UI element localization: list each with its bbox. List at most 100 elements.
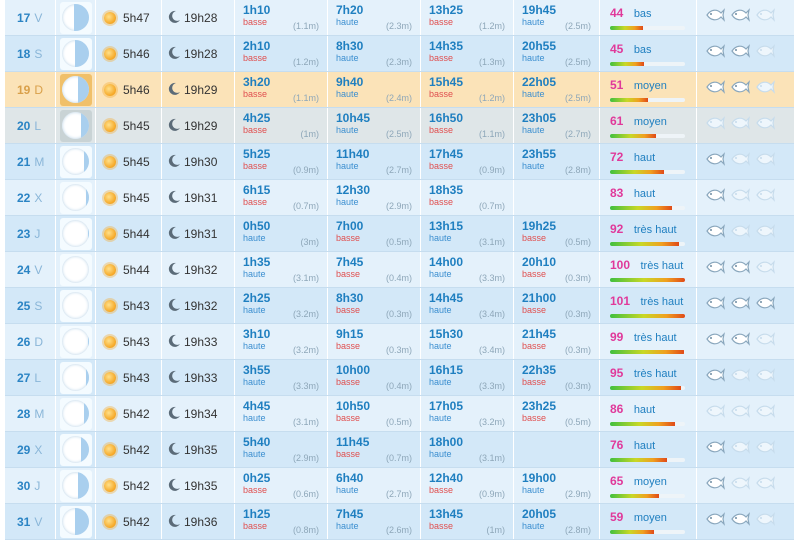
day-number: 21 [17,154,31,169]
fish-icon [730,79,750,100]
tide-time: 15h45 [429,75,464,89]
coefficient-cell: 51 moyen [600,72,697,107]
calendar-row[interactable]: 28 M 5h42 19h34 4h45 haute (3.1m) 10h50 … [5,396,794,432]
tide-time: 14h35 [429,39,464,53]
sunrise-cell: 5h42 [96,432,162,467]
crescent-moon-icon [168,154,184,170]
tide-cell: 1h10 basse (1.1m) [235,0,328,35]
fish-icon [730,151,750,172]
fish-icon [705,331,725,352]
moonset-time: 19h35 [184,442,218,457]
tide-cell: 11h45 basse (0.7m) [328,432,421,467]
coefficient-label: très haut [633,332,677,344]
fish-icon [730,187,750,208]
day-cell: 26 D [5,324,56,359]
tide-time: 20h10 [522,255,557,269]
calendar-row[interactable]: 18 S 5h46 19h28 2h10 basse (1.2m) 8h30 h… [5,36,794,72]
moon-phase-icon [59,397,92,430]
day-number: 18 [17,46,31,61]
calendar-row[interactable]: 30 J 5h42 19h35 0h25 basse (0.6m) 6h40 h… [5,468,794,504]
tide-time: 7h20 [336,3,364,17]
calendar-row[interactable]: 26 D 5h43 19h33 3h10 haute (3.2m) 9h15 b… [5,324,794,360]
calendar-row[interactable]: 19 D 5h46 19h29 3h20 basse (1.1m) 9h40 h… [5,72,794,108]
tide-time: 2h25 [243,291,271,305]
tide-time: 4h25 [243,111,271,125]
tide-time: 18h35 [429,183,464,197]
moonset-time: 19h32 [184,262,218,277]
moon-phase-icon [59,109,92,142]
calendar-row[interactable]: 29 X 5h42 19h35 5h40 haute (2.9m) 11h45 … [5,432,794,468]
coefficient-value: 51 [610,78,624,92]
sun-icon [104,479,116,492]
coefficient-label: bas [633,44,652,56]
sun-icon [104,407,116,420]
day-number: 29 [17,442,31,457]
moonset-time: 19h33 [184,334,218,349]
fish-icon [730,115,750,136]
day-letter: M [34,154,45,169]
day-number: 23 [17,226,31,241]
fishing-rating-cell [697,180,782,215]
moonset-cell: 19h34 [162,396,235,431]
tide-time: 9h15 [336,327,364,341]
tide-height: (0.3m) [564,381,591,391]
sunrise-cell: 5h42 [96,396,162,431]
tide-cell: 17h45 basse (0.9m) [421,144,514,179]
calendar-row[interactable]: 23 J 5h44 19h31 0h50 haute (3m) 7h00 bas… [5,216,794,252]
coefficient-cell: 86 haut [600,396,697,431]
sunrise-time: 5h43 [123,298,150,313]
coefficient-value: 86 [610,402,624,416]
crescent-moon-icon [168,298,184,314]
fish-icon [730,43,750,64]
calendar-row[interactable]: 24 V 5h44 19h32 1h35 haute (3.1m) 7h45 b… [5,252,794,288]
moonset-time: 19h29 [184,82,218,97]
tide-cell: 4h45 haute (3.1m) [235,396,328,431]
day-letter: S [34,298,43,313]
tide-cell: 5h25 basse (0.9m) [235,144,328,179]
fish-icon [755,367,775,388]
tide-cell: 3h55 haute (3.3m) [235,360,328,395]
tide-height: (0.3m) [564,309,591,319]
moonset-cell: 19h36 [162,504,235,539]
fish-icon [730,7,750,28]
moonset-time: 19h28 [184,46,218,61]
fish-icon [730,331,750,352]
tide-cell: 10h00 basse (0.4m) [328,360,421,395]
sunrise-time: 5h45 [123,154,150,169]
tide-time: 18h00 [429,435,464,449]
moonset-cell: 19h31 [162,216,235,251]
coefficient-label: moyen [633,116,667,128]
tide-height: (3.2m) [292,309,319,319]
coefficient-bar [610,134,685,138]
tide-time: 2h10 [243,39,271,53]
moon-phase-cell [56,144,96,179]
tide-cell: 14h35 basse (1.3m) [421,36,514,71]
calendar-row[interactable]: 17 V 5h47 19h28 1h10 basse (1.1m) 7h20 h… [5,0,794,36]
calendar-row[interactable]: 31 V 5h42 19h36 1h25 basse (0.8m) 7h45 h… [5,504,794,540]
calendar-row[interactable]: 25 S 5h43 19h32 2h25 haute (3.2m) 8h30 b… [5,288,794,324]
moon-phase-icon [59,505,92,538]
moon-phase-cell [56,360,96,395]
coefficient-bar [610,494,685,498]
tide-cell: 0h25 basse (0.6m) [235,468,328,503]
tide-time: 10h00 [336,363,371,377]
fish-icon [730,403,750,424]
calendar-row[interactable]: 27 L 5h43 19h33 3h55 haute (3.3m) 10h00 … [5,360,794,396]
moonset-cell: 19h33 [162,324,235,359]
fish-icon [705,43,725,64]
day-letter: L [34,370,42,385]
tide-cell: 7h00 basse (0.5m) [328,216,421,251]
coefficient-value: 99 [610,330,624,344]
tide-time: 14h45 [429,291,464,305]
calendar-row[interactable]: 22 X 5h45 19h31 6h15 basse (0.7m) 12h30 … [5,180,794,216]
coefficient-cell: 76 haut [600,432,697,467]
calendar-row[interactable]: 21 M 5h45 19h30 5h25 basse (0.9m) 11h40 … [5,144,794,180]
coefficient-label: haut [633,188,656,200]
tide-height: (0.9m) [292,165,319,175]
sunrise-cell: 5h45 [96,180,162,215]
moonset-cell: 19h33 [162,360,235,395]
tide-cell: 23h25 basse (0.5m) [514,396,600,431]
moon-phase-icon [59,469,92,502]
calendar-row[interactable]: 20 L 5h45 19h29 4h25 basse (1m) 10h45 ha… [5,108,794,144]
coefficient-value: 72 [610,150,624,164]
